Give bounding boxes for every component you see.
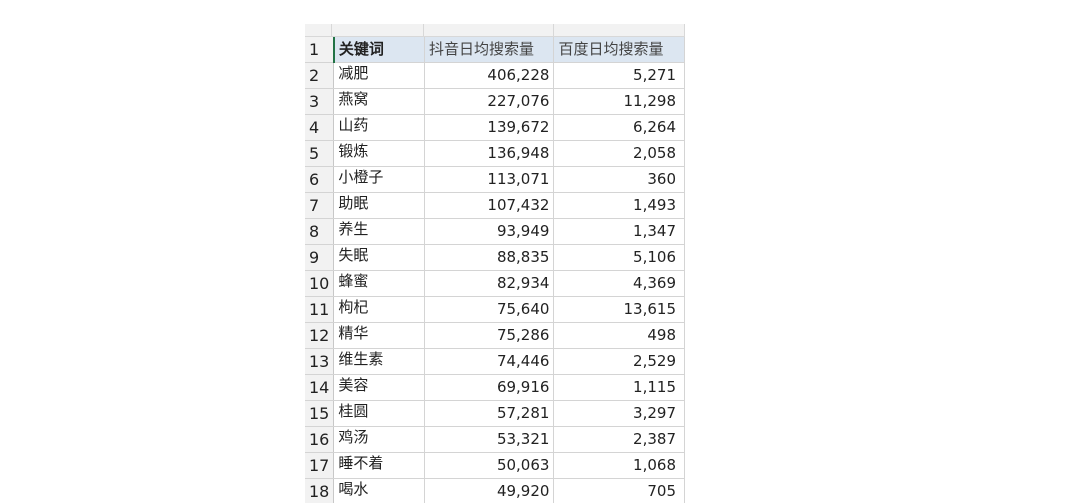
table-row: 14 美容 69,916 1,115: [305, 374, 685, 401]
row-number[interactable]: 8: [305, 218, 335, 245]
douyin-value-cell[interactable]: 82,934: [424, 270, 555, 297]
baidu-value-cell[interactable]: 2,058: [553, 140, 685, 167]
row-number[interactable]: 15: [305, 400, 335, 427]
table-row: 6 小橙子 113,071 360: [305, 166, 685, 193]
douyin-value-cell[interactable]: 139,672: [424, 114, 555, 141]
keyword-cell[interactable]: 小橙子: [333, 166, 426, 193]
table-row: 2 减肥 406,228 5,271: [305, 62, 685, 89]
keyword-cell[interactable]: 锻炼: [333, 140, 426, 167]
row-number[interactable]: 3: [305, 88, 335, 115]
table-row: 18 喝水 49,920 705: [305, 478, 685, 503]
douyin-value-cell[interactable]: 49,920: [424, 478, 555, 503]
keyword-cell[interactable]: 蜂蜜: [333, 270, 426, 297]
table-row: 7 助眠 107,432 1,493: [305, 192, 685, 219]
row-number[interactable]: 17: [305, 452, 335, 479]
baidu-value-cell[interactable]: 1,068: [553, 452, 685, 479]
row-number[interactable]: 14: [305, 374, 335, 401]
column-header-b[interactable]: [424, 24, 554, 36]
baidu-value-cell[interactable]: 5,106: [553, 244, 685, 271]
keyword-cell[interactable]: 睡不着: [333, 452, 426, 479]
baidu-value-cell[interactable]: 705: [553, 478, 685, 503]
row-number[interactable]: 4: [305, 114, 335, 141]
douyin-value-cell[interactable]: 93,949: [424, 218, 555, 245]
baidu-value-cell[interactable]: 1,347: [553, 218, 685, 245]
row-number[interactable]: 7: [305, 192, 335, 219]
douyin-value-cell[interactable]: 113,071: [424, 166, 555, 193]
keyword-table: 1 关键词 抖音日均搜索量 百度日均搜索量 2 减肥 406,228 5,271 3 燕窝…: [305, 37, 685, 503]
baidu-value-cell[interactable]: 13,615: [553, 296, 685, 323]
row-number[interactable]: 2: [305, 62, 335, 89]
douyin-value-cell[interactable]: 107,432: [424, 192, 555, 219]
douyin-value-cell[interactable]: 406,228: [424, 62, 555, 89]
column-header-strip: [305, 24, 685, 37]
column-header-a[interactable]: [332, 24, 424, 36]
baidu-value-cell[interactable]: 11,298: [553, 88, 685, 115]
keyword-cell[interactable]: 喝水: [333, 478, 426, 503]
baidu-value-cell[interactable]: 3,297: [553, 400, 685, 427]
keyword-cell[interactable]: 鸡汤: [333, 426, 426, 453]
douyin-value-cell[interactable]: 50,063: [424, 452, 555, 479]
spreadsheet: 1 关键词 抖音日均搜索量 百度日均搜索量 2 减肥 406,228 5,271 3 燕窝…: [305, 24, 685, 503]
baidu-value-cell[interactable]: 2,387: [553, 426, 685, 453]
keyword-cell[interactable]: 美容: [333, 374, 426, 401]
baidu-value-cell[interactable]: 4,369: [553, 270, 685, 297]
douyin-value-cell[interactable]: 88,835: [424, 244, 555, 271]
keyword-cell[interactable]: 桂圆: [333, 400, 426, 427]
header-douyin-cell[interactable]: 抖音日均搜索量: [424, 37, 555, 63]
header-keyword-cell[interactable]: 关键词: [332, 37, 426, 63]
baidu-value-cell[interactable]: 5,271: [553, 62, 685, 89]
row-number[interactable]: 13: [305, 348, 335, 375]
keyword-cell[interactable]: 精华: [333, 322, 426, 349]
row-number[interactable]: 1: [305, 37, 335, 63]
table-row: 13 维生素 74,446 2,529: [305, 348, 685, 375]
table-row: 15 桂圆 57,281 3,297: [305, 400, 685, 427]
keyword-cell[interactable]: 减肥: [333, 62, 426, 89]
keyword-cell[interactable]: 失眠: [333, 244, 426, 271]
douyin-value-cell[interactable]: 75,286: [424, 322, 555, 349]
douyin-value-cell[interactable]: 136,948: [424, 140, 555, 167]
table-row: 4 山药 139,672 6,264: [305, 114, 685, 141]
row-number[interactable]: 9: [305, 244, 335, 271]
keyword-cell[interactable]: 维生素: [333, 348, 426, 375]
douyin-value-cell[interactable]: 74,446: [424, 348, 555, 375]
keyword-cell[interactable]: 燕窝: [333, 88, 426, 115]
keyword-cell[interactable]: 枸杞: [333, 296, 426, 323]
baidu-value-cell[interactable]: 360: [553, 166, 685, 193]
row-number[interactable]: 18: [305, 478, 335, 503]
keyword-cell[interactable]: 助眠: [333, 192, 426, 219]
baidu-value-cell[interactable]: 2,529: [553, 348, 685, 375]
douyin-value-cell[interactable]: 57,281: [424, 400, 555, 427]
douyin-value-cell[interactable]: 75,640: [424, 296, 555, 323]
baidu-value-cell[interactable]: 1,115: [553, 374, 685, 401]
douyin-value-cell[interactable]: 69,916: [424, 374, 555, 401]
table-row: 12 精华 75,286 498: [305, 322, 685, 349]
row-number[interactable]: 6: [305, 166, 335, 193]
douyin-value-cell[interactable]: 53,321: [424, 426, 555, 453]
table-row: 9 失眠 88,835 5,106: [305, 244, 685, 271]
keyword-cell[interactable]: 山药: [333, 114, 426, 141]
table-header-row: 1 关键词 抖音日均搜索量 百度日均搜索量: [305, 37, 685, 63]
row-number[interactable]: 16: [305, 426, 335, 453]
douyin-value-cell[interactable]: 227,076: [424, 88, 555, 115]
row-number[interactable]: 5: [305, 140, 335, 167]
table-row: 8 养生 93,949 1,347: [305, 218, 685, 245]
row-number[interactable]: 12: [305, 322, 335, 349]
table-row: 11 枸杞 75,640 13,615: [305, 296, 685, 323]
header-baidu-cell[interactable]: 百度日均搜索量: [553, 37, 685, 63]
row-number[interactable]: 11: [305, 296, 335, 323]
baidu-value-cell[interactable]: 6,264: [553, 114, 685, 141]
table-row: 5 锻炼 136,948 2,058: [305, 140, 685, 167]
keyword-cell[interactable]: 养生: [333, 218, 426, 245]
row-number[interactable]: 10: [305, 270, 335, 297]
corner-cell[interactable]: [305, 24, 332, 36]
table-row: 17 睡不着 50,063 1,068: [305, 452, 685, 479]
table-row: 10 蜂蜜 82,934 4,369: [305, 270, 685, 297]
baidu-value-cell[interactable]: 1,493: [553, 192, 685, 219]
table-row: 3 燕窝 227,076 11,298: [305, 88, 685, 115]
column-header-c[interactable]: [554, 24, 685, 36]
baidu-value-cell[interactable]: 498: [553, 322, 685, 349]
table-row: 16 鸡汤 53,321 2,387: [305, 426, 685, 453]
